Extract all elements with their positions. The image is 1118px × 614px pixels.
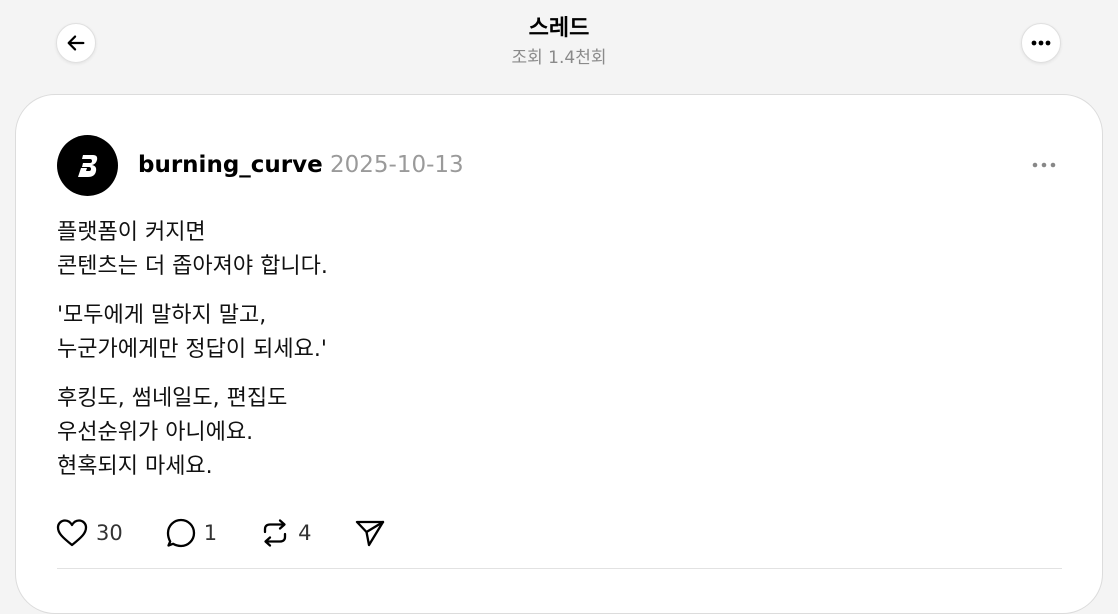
post-paragraph: 후킹도, 썸네일도, 편집도 우선순위가 아니에요. 현혹되지 마세요.	[57, 382, 1037, 484]
username-link[interactable]: burning_curve	[138, 149, 323, 181]
post-date: 2025-10-13	[330, 152, 464, 178]
post-line: 콘텐츠는 더 좁아져야 합니다.	[57, 254, 328, 279]
post-line: 우선순위가 아니에요.	[57, 420, 254, 445]
post-line: 누군가에게만 정답이 되세요.'	[57, 337, 327, 362]
repost-icon	[263, 519, 287, 547]
like-count: 30	[96, 521, 123, 545]
like-button[interactable]: 30	[56, 518, 123, 548]
comment-count: 1	[203, 521, 218, 545]
post-paragraph: '모두에게 말하지 말고, 누군가에게만 정답이 되세요.'	[57, 299, 1037, 367]
brand-logo-icon	[77, 154, 97, 177]
top-bar: 스레드 조회 1.4천회	[0, 0, 1118, 90]
repost-button[interactable]: 4	[260, 518, 311, 548]
thread-post-card: burning_curve 2025-10-13 플랫폼이 커지면 콘텐츠는 더…	[15, 94, 1103, 614]
page-title: 스레드	[528, 16, 590, 41]
view-count: 조회 1.4천회	[511, 48, 607, 68]
more-horizontal-icon	[1032, 162, 1056, 168]
post-line: '모두에게 말하지 말고,	[57, 303, 267, 328]
header-title-group: 스레드 조회 1.4천회	[0, 14, 1118, 72]
post-more-button[interactable]	[1026, 153, 1062, 177]
post-line: 후킹도, 썸네일도, 편집도	[57, 386, 288, 411]
post-body: 플랫폼이 커지면 콘텐츠는 더 좁아져야 합니다. '모두에게 말하지 말고, …	[57, 216, 1037, 499]
post-line: 현혹되지 마세요.	[57, 454, 213, 479]
comment-icon	[166, 518, 195, 548]
post-paragraph: 플랫폼이 커지면 콘텐츠는 더 좁아져야 합니다.	[57, 216, 1037, 284]
heart-icon	[56, 519, 88, 547]
post-line: 플랫폼이 커지면	[57, 220, 206, 245]
more-options-button[interactable]	[1021, 23, 1061, 63]
send-icon	[356, 520, 385, 547]
repost-count: 4	[298, 521, 312, 545]
avatar[interactable]	[57, 135, 118, 196]
divider	[57, 568, 1062, 569]
post-actions: 30 1 4	[56, 513, 386, 553]
share-button[interactable]	[354, 518, 386, 548]
comment-button[interactable]: 1	[166, 518, 217, 548]
more-horizontal-icon	[1031, 40, 1051, 46]
